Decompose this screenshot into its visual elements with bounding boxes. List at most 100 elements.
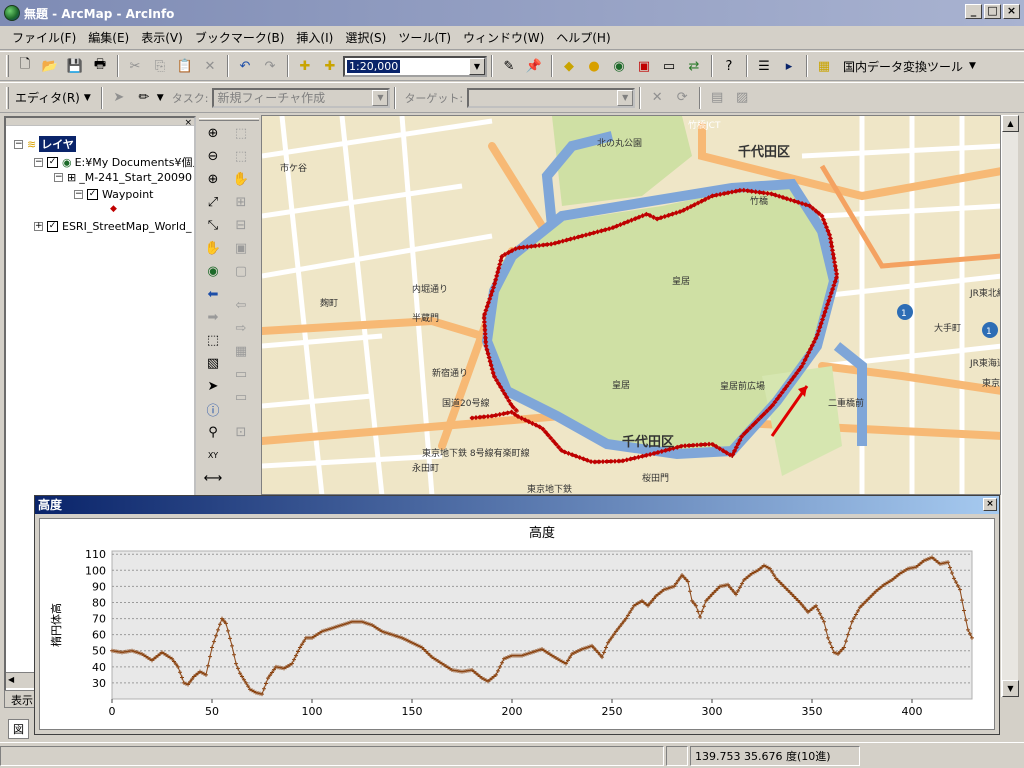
select-features-icon[interactable]: ⬚ xyxy=(201,329,225,351)
checkbox-checked[interactable]: ✓ xyxy=(47,156,58,168)
scroll-up-icon[interactable]: ▲ xyxy=(1002,115,1019,132)
scroll-left-icon[interactable]: ◀ xyxy=(8,675,14,684)
pan-hand-icon[interactable]: ✋ xyxy=(201,237,225,259)
attributes-icon[interactable]: ▤ xyxy=(705,87,729,109)
full-extent-icon[interactable]: ⤡ xyxy=(201,214,225,236)
arctoolbox-icon[interactable]: ● xyxy=(582,55,606,77)
expand-icon[interactable]: + xyxy=(34,222,43,231)
add-data-icon[interactable]: ✚ xyxy=(293,55,317,77)
split-tool-icon[interactable]: ✕ xyxy=(645,87,669,109)
zoom-in-icon[interactable]: ⊕ xyxy=(201,122,225,144)
bookmark-pin-icon[interactable]: 📌 xyxy=(522,55,546,77)
data-conversion-icon[interactable]: ▦ xyxy=(812,55,836,77)
fixed-zoom-out-icon[interactable]: ⤢ xyxy=(201,191,225,213)
arccatalog-icon[interactable]: ◆ xyxy=(557,55,581,77)
delete-icon[interactable]: ✕ xyxy=(198,55,222,77)
layout-zoom-in-icon[interactable]: ⊞ xyxy=(229,191,253,213)
basemap-layer-node[interactable]: + ✓ ESRI_StreetMap_World_ xyxy=(34,220,191,233)
layout-back-icon[interactable]: ⇦ xyxy=(229,294,253,316)
play-arrow-icon[interactable]: ▸ xyxy=(777,55,801,77)
map-view[interactable]: 千代田区 千代田区 北の丸公園 竹橋JCT 皇居 皇居前広場 大手町 東京地下鉄… xyxy=(261,115,1001,495)
layout-forward-icon[interactable]: ⇨ xyxy=(229,317,253,339)
toolbar-grip[interactable] xyxy=(6,86,9,109)
waypoint-layer-node[interactable]: − ✓ Waypoint xyxy=(74,188,153,201)
sketch-pencil-icon[interactable]: ✏ xyxy=(132,87,156,109)
open-folder-icon[interactable]: 📂 xyxy=(38,55,62,77)
sketch-properties-icon[interactable]: ▨ xyxy=(730,87,754,109)
menu-help[interactable]: ヘルプ(H) xyxy=(550,27,616,48)
menu-tools[interactable]: ツール(T) xyxy=(392,27,457,48)
collapse-icon[interactable]: − xyxy=(14,139,23,149)
collapse-icon[interactable]: − xyxy=(74,190,83,199)
minimize-button[interactable]: _ xyxy=(965,4,982,19)
back-arrow-icon[interactable]: ⬅ xyxy=(201,283,225,305)
measure-icon[interactable]: ⟷ xyxy=(201,467,225,489)
forward-arrow-icon[interactable]: ➡ xyxy=(201,306,225,328)
menu-file[interactable]: ファイル(F) xyxy=(6,27,82,48)
collapse-icon[interactable]: − xyxy=(54,173,63,182)
redo-icon[interactable]: ↷ xyxy=(258,55,282,77)
layout-extra-icon[interactable]: ⊡ xyxy=(229,421,253,443)
paste-icon[interactable]: 📋 xyxy=(173,55,197,77)
menu-insert[interactable]: 挿入(I) xyxy=(290,27,339,48)
globe-icon[interactable]: ◉ xyxy=(607,55,631,77)
collapse-icon[interactable]: − xyxy=(34,157,43,167)
editor-menu[interactable]: エディタ(R) ▼ xyxy=(13,87,97,109)
editor-toolbar-icon[interactable]: ✎ xyxy=(497,55,521,77)
scroll-down-icon[interactable]: ▼ xyxy=(1002,680,1019,697)
toolbox-icon[interactable]: ▣ xyxy=(632,55,656,77)
graph-window-titlebar[interactable]: 高度 × xyxy=(35,496,999,514)
print-icon[interactable]: 🖶 xyxy=(88,55,112,77)
rotate-tool-icon[interactable]: ⟳ xyxy=(670,87,694,109)
toolbar-grip[interactable] xyxy=(6,55,9,77)
menu-edit[interactable]: 編集(E) xyxy=(82,27,135,48)
georef-pan-icon[interactable]: ⬚ xyxy=(229,145,253,167)
copy-icon[interactable]: ⎘ xyxy=(148,55,172,77)
layers-node[interactable]: − ≋ レイヤ xyxy=(14,136,76,152)
menu-window[interactable]: ウィンドウ(W) xyxy=(457,27,550,48)
layout-zoom-whole-icon[interactable]: ▦ xyxy=(229,340,253,362)
checkbox-checked[interactable]: ✓ xyxy=(47,221,58,232)
layout-zoom-out-icon[interactable]: ⊟ xyxy=(229,214,253,236)
clear-selection-icon[interactable]: ▧ xyxy=(201,352,225,374)
map-vertical-scrollbar[interactable]: ▲ ▼ xyxy=(1001,115,1019,697)
identify-icon[interactable]: ⓘ xyxy=(201,398,225,420)
globe-icon[interactable]: ◉ xyxy=(201,260,225,282)
close-icon[interactable]: × xyxy=(983,498,997,511)
go-to-xy-icon[interactable]: XY xyxy=(201,444,225,466)
group-layer-node[interactable]: − ✓ ◉ E:¥My Documents¥個人 xyxy=(34,154,194,170)
layout-full-icon[interactable]: ▣ xyxy=(229,237,253,259)
map-scale-combo[interactable]: 1:20,000 ▼ xyxy=(343,55,487,77)
task-combo[interactable]: 新規フィーチャ作成 ▼ xyxy=(212,87,391,108)
add-data-plus-icon[interactable]: ✚ xyxy=(318,55,342,77)
menu-selection[interactable]: 選択(S) xyxy=(339,27,392,48)
save-icon[interactable]: 💾 xyxy=(63,55,87,77)
model-builder-icon[interactable]: ⇄ xyxy=(682,55,706,77)
maximize-button[interactable]: □ xyxy=(984,4,1001,19)
whats-this-icon[interactable]: ? xyxy=(717,55,741,77)
edit-arrow-icon[interactable]: ➤ xyxy=(107,87,131,109)
target-combo[interactable]: ▼ xyxy=(467,87,636,108)
select-elements-arrow-icon[interactable]: ➤ xyxy=(201,375,225,397)
layout-100-icon[interactable]: ▢ xyxy=(229,260,253,282)
chevron-down-icon[interactable]: ▼ xyxy=(469,57,485,75)
chevron-down-icon[interactable]: ▼ xyxy=(157,93,164,103)
layout-toggle-icon[interactable]: ▭ xyxy=(229,386,253,408)
close-button[interactable]: × xyxy=(1003,4,1020,19)
layout-page-icon[interactable]: ▭ xyxy=(229,363,253,385)
command-line-icon[interactable]: ▭ xyxy=(657,55,681,77)
undo-icon[interactable]: ↶ xyxy=(233,55,257,77)
new-document-icon[interactable]: 🗋 xyxy=(13,55,37,77)
zoom-out-icon[interactable]: ⊖ xyxy=(201,145,225,167)
data-conversion-tools-dropdown[interactable]: 国内データ変換ツール ▼ xyxy=(837,55,982,77)
close-icon[interactable]: × xyxy=(184,118,192,128)
georef-hand-icon[interactable]: ✋ xyxy=(229,168,253,190)
dataset-node[interactable]: − ⊞ _M-241_Start_20090 xyxy=(54,171,192,184)
georef-zoom-icon[interactable]: ⬚ xyxy=(229,122,253,144)
elevation-graph-window[interactable]: 高度 × 高度 楕円体高 30 40 50 60 70 80 90 100 110 0 50 100 150… xyxy=(34,495,1000,735)
menu-bookmarks[interactable]: ブックマーク(B) xyxy=(189,27,291,48)
properties-icon[interactable]: ☰ xyxy=(752,55,776,77)
menu-view[interactable]: 表示(V) xyxy=(135,27,189,48)
checkbox-checked[interactable]: ✓ xyxy=(87,189,98,200)
find-binoculars-icon[interactable]: ⚲ xyxy=(201,421,225,443)
